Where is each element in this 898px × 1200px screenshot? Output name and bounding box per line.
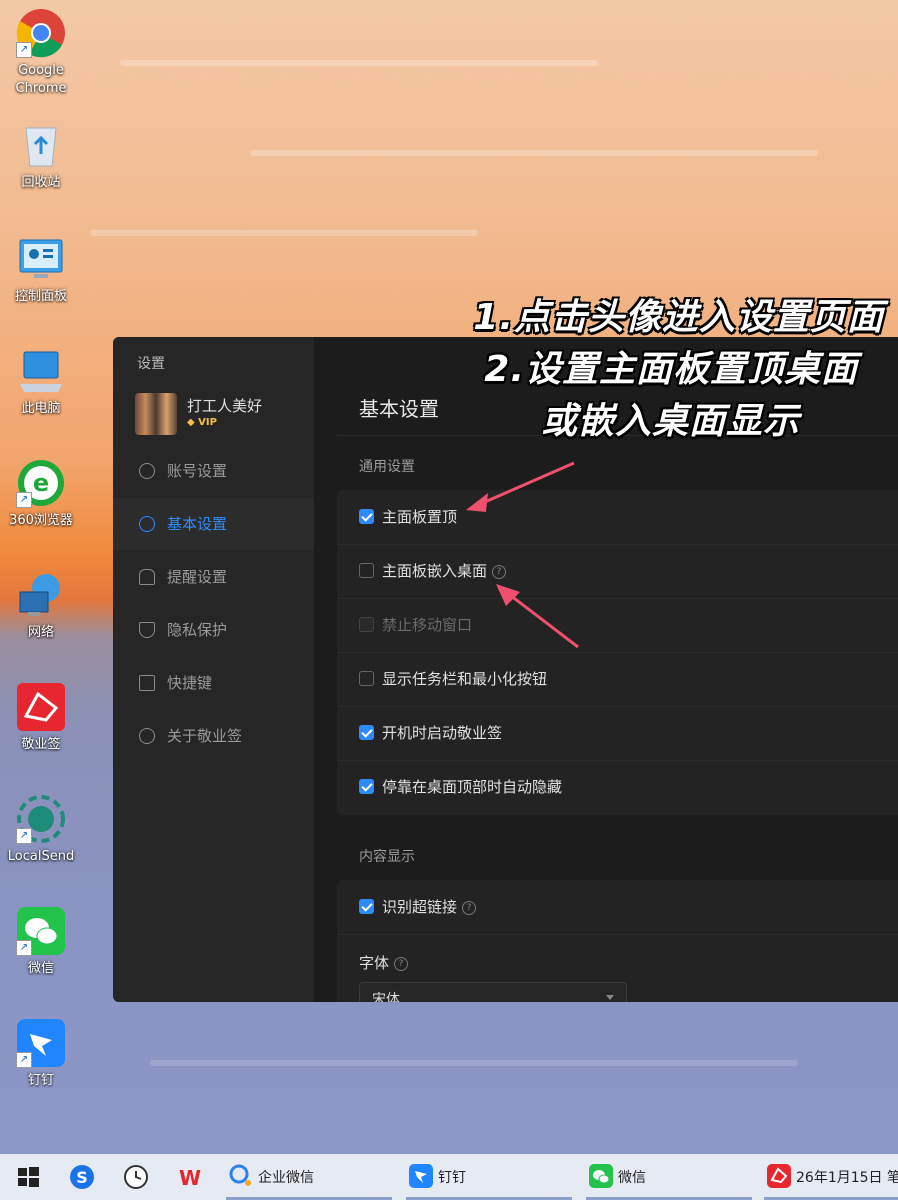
sogou-icon[interactable]: S xyxy=(68,1163,96,1191)
option-lock-window: 禁止移动窗口 xyxy=(337,598,898,653)
desktop-icon-control-panel[interactable]: 控制面板 xyxy=(4,234,78,306)
checkbox-lock-window xyxy=(359,617,374,632)
nav-account-settings[interactable]: 账号设置 xyxy=(113,445,314,497)
nav-basic-settings[interactable]: 基本设置 xyxy=(113,498,314,550)
windows-start-icon[interactable] xyxy=(14,1163,42,1191)
taskbar: S W 企业微信 钉钉 微信 26年1月15日 笔 xyxy=(0,1154,898,1200)
annotation-line-3: 或嵌入桌面显示 xyxy=(540,401,800,442)
wechat-icon xyxy=(588,1163,616,1191)
wallpaper-texture xyxy=(90,230,478,236)
checkbox-autohide[interactable] xyxy=(359,779,374,794)
checkbox-detect-links[interactable] xyxy=(359,899,374,914)
settings-icon xyxy=(139,516,155,532)
wps-icon[interactable]: W xyxy=(176,1163,204,1191)
desktop-icon-localsend[interactable]: ↗ LocalSend xyxy=(4,794,78,866)
wecom-icon xyxy=(228,1163,256,1191)
checkbox-show-taskbar[interactable] xyxy=(359,671,374,686)
avatar[interactable] xyxy=(135,393,177,435)
wallpaper-texture xyxy=(120,60,598,66)
font-select[interactable]: 宋体 xyxy=(359,982,627,1002)
localsend-icon: ↗ xyxy=(16,794,66,844)
taskbar-app-wechat[interactable]: 微信 xyxy=(586,1154,752,1200)
jingyeqian-icon xyxy=(16,682,66,732)
control-panel-icon xyxy=(16,234,66,284)
annotation-line-2: 2.设置主面板置顶桌面 xyxy=(484,349,858,390)
profile[interactable]: 打工人美好 ◆ VIP xyxy=(135,393,305,435)
network-icon xyxy=(16,570,66,620)
option-detect-links[interactable]: 识别超链接? xyxy=(337,880,898,935)
help-icon[interactable]: ? xyxy=(462,900,477,915)
wallpaper-texture xyxy=(250,150,818,156)
recycle-bin-icon xyxy=(16,120,66,170)
desktop-icon-recycle-bin[interactable]: 回收站 xyxy=(4,120,78,192)
desktop-icon-network[interactable]: 网络 xyxy=(4,570,78,642)
settings-sidebar: 设置 打工人美好 ◆ VIP 账号设置 基本设置 提醒设置 隐私保护 快捷键 关… xyxy=(113,337,314,1002)
profile-name: 打工人美好 xyxy=(187,397,263,415)
svg-text:e: e xyxy=(33,469,49,497)
option-panel-always-on-top[interactable]: 主面板置顶 xyxy=(337,490,898,545)
clock-app-icon[interactable] xyxy=(122,1163,150,1191)
annotation-line-1: 1.点击头像进入设置页面 xyxy=(473,297,884,338)
section-content: 内容显示 xyxy=(359,849,415,865)
font-label: 字体? xyxy=(359,952,409,973)
taskbar-app-dingtalk[interactable]: 钉钉 xyxy=(406,1154,572,1200)
help-icon[interactable]: ? xyxy=(492,564,507,579)
bell-icon xyxy=(139,569,155,585)
dingtalk-icon: ↗ xyxy=(16,1018,66,1068)
wallpaper-texture xyxy=(150,1060,798,1066)
checkbox-always-on-top[interactable] xyxy=(359,509,374,524)
section-general: 通用设置 xyxy=(359,459,415,475)
option-embed-desktop[interactable]: 主面板嵌入桌面? xyxy=(337,544,898,599)
shield-icon xyxy=(139,622,155,638)
keyboard-icon xyxy=(139,675,155,691)
checkbox-embed-desktop[interactable] xyxy=(359,563,374,578)
chrome-icon: ↗ xyxy=(16,8,66,58)
page-title: 基本设置 xyxy=(359,397,439,421)
desktop-icon-jingyeqian[interactable]: 敬业签 xyxy=(4,682,78,754)
nav-about[interactable]: 关于敬业签 xyxy=(113,710,314,762)
taskbar-app-wecom[interactable]: 企业微信 xyxy=(226,1154,392,1200)
svg-text:S: S xyxy=(76,1168,88,1187)
option-autostart[interactable]: 开机时启动敬业签 xyxy=(337,706,898,761)
window-title: 设置 xyxy=(137,356,165,372)
360-browser-icon: e ↗ xyxy=(16,458,66,508)
chevron-down-icon xyxy=(606,995,614,1000)
desktop-icon-computer[interactable]: 此电脑 xyxy=(4,346,78,418)
help-icon[interactable]: ? xyxy=(394,956,409,971)
computer-icon xyxy=(16,346,66,396)
desktop-icon-dingtalk[interactable]: ↗ 钉钉 xyxy=(4,1018,78,1090)
option-show-taskbar[interactable]: 显示任务栏和最小化按钮 xyxy=(337,652,898,707)
jingyeqian-icon xyxy=(766,1163,794,1191)
desktop-icon-wechat[interactable]: ↗ 微信 xyxy=(4,906,78,978)
nav-privacy[interactable]: 隐私保护 xyxy=(113,604,314,656)
option-autohide[interactable]: 停靠在桌面顶部时自动隐藏 xyxy=(337,760,898,814)
svg-text:W: W xyxy=(179,1166,201,1190)
dingtalk-icon xyxy=(408,1163,436,1191)
user-icon xyxy=(139,463,155,479)
desktop-icon-360-browser[interactable]: e ↗ 360浏览器 xyxy=(4,458,78,530)
desktop-icon-chrome[interactable]: ↗ Google Chrome xyxy=(4,8,78,98)
taskbar-app-jingyeqian[interactable]: 26年1月15日 笔 xyxy=(764,1154,898,1200)
nav-reminder-settings[interactable]: 提醒设置 xyxy=(113,551,314,603)
nav-shortcuts[interactable]: 快捷键 xyxy=(113,657,314,709)
general-options-group: 主面板置顶 主面板嵌入桌面? 禁止移动窗口 显示任务栏和最小化按钮 开机时启动敬… xyxy=(337,490,898,815)
vip-badge: ◆ VIP xyxy=(187,417,217,428)
wechat-icon: ↗ xyxy=(16,906,66,956)
info-icon xyxy=(139,728,155,744)
checkbox-autostart[interactable] xyxy=(359,725,374,740)
